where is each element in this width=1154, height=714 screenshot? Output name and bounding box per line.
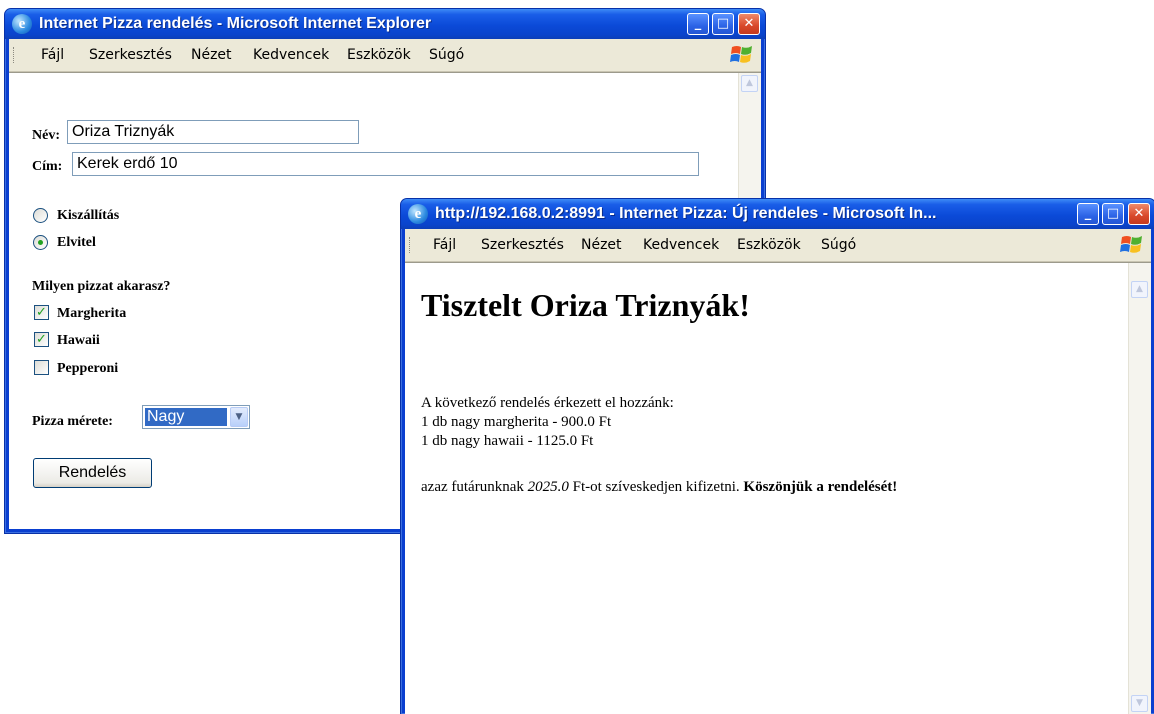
window-title: http://192.168.0.2:8991 - Internet Pizza…	[435, 205, 937, 222]
radio-takeaway-label: Elvitel	[57, 235, 96, 250]
window-title: Internet Pizza rendelés - Microsoft Inte…	[39, 15, 432, 32]
maximize-button[interactable]: □	[712, 13, 734, 35]
menu-help[interactable]: Súgó	[821, 237, 856, 253]
address-input[interactable]: Kerek erdő 10	[72, 152, 699, 176]
title-bar[interactable]: e http://192.168.0.2:8991 - Internet Piz…	[401, 199, 1154, 229]
checkbox-hawaii-label: Hawaii	[57, 333, 100, 348]
scroll-down-icon[interactable]: ▼	[1131, 695, 1148, 712]
radio-selected-dot	[38, 240, 43, 245]
checkbox-margherita-label: Margherita	[57, 306, 127, 321]
total-amount: 2025.0	[527, 479, 569, 495]
minimize-button[interactable]: _	[687, 13, 709, 35]
menu-bar: Fájl Szerkesztés Nézet Kedvencek Eszközö…	[405, 229, 1151, 262]
checkbox-margherita[interactable]: ✓	[34, 305, 49, 320]
order-line-hawaii: 1 db nagy hawaii - 1125.0 Ft	[421, 433, 594, 449]
total-prefix: azaz futárunknak	[421, 479, 528, 495]
thanks-text: Köszönjük a rendelését!	[743, 479, 898, 495]
scroll-up-icon[interactable]: ▲	[741, 75, 758, 92]
close-button[interactable]: ✕	[738, 13, 760, 35]
size-label: Pizza mérete:	[32, 414, 113, 429]
pizza-question: Milyen pizzat akarasz?	[32, 279, 171, 294]
menu-edit[interactable]: Szerkesztés	[481, 237, 564, 253]
address-label: Cím:	[32, 159, 63, 174]
windows-logo-icon	[730, 46, 752, 63]
menu-view[interactable]: Nézet	[191, 47, 232, 63]
menu-edit[interactable]: Szerkesztés	[89, 47, 172, 63]
size-select[interactable]: Nagy ▼	[142, 405, 250, 429]
name-input[interactable]: Oriza Triznyák	[67, 120, 359, 144]
order-button[interactable]: Rendelés	[33, 458, 152, 488]
size-select-value: Nagy	[145, 408, 227, 426]
checkbox-hawaii[interactable]: ✓	[34, 332, 49, 347]
vertical-scrollbar[interactable]: ▲ ▼	[1128, 263, 1151, 714]
menu-bar: Fájl Szerkesztés Nézet Kedvencek Eszközö…	[9, 39, 761, 72]
menu-view[interactable]: Nézet	[581, 237, 622, 253]
close-button[interactable]: ✕	[1128, 203, 1150, 225]
menu-tools[interactable]: Eszközök	[737, 237, 801, 253]
name-label: Név:	[32, 128, 60, 143]
minimize-button[interactable]: _	[1077, 203, 1099, 225]
page-content: ▲ ▼ Tisztelt Oriza Triznyák! A következő…	[405, 262, 1151, 714]
greeting-heading: Tisztelt Oriza Triznyák!	[421, 287, 750, 323]
menu-favorites[interactable]: Kedvencek	[643, 237, 719, 253]
checkbox-pepperoni[interactable]	[34, 360, 49, 375]
radio-takeaway[interactable]	[33, 235, 48, 250]
scroll-up-icon[interactable]: ▲	[1131, 281, 1148, 298]
menu-tools[interactable]: Eszközök	[347, 47, 411, 63]
title-bar[interactable]: e Internet Pizza rendelés - Microsoft In…	[5, 9, 765, 39]
menu-favorites[interactable]: Kedvencek	[253, 47, 329, 63]
menu-file[interactable]: Fájl	[433, 237, 456, 253]
ie-icon: e	[12, 14, 32, 34]
total-sentence: azaz futárunknak 2025.0 Ft-ot szíveskedj…	[421, 479, 897, 496]
checkbox-pepperoni-label: Pepperoni	[57, 361, 119, 376]
maximize-button[interactable]: □	[1102, 203, 1124, 225]
menu-file[interactable]: Fájl	[41, 47, 64, 63]
ie-icon: e	[408, 204, 428, 224]
windows-logo-icon	[1120, 236, 1142, 253]
order-intro: A következő rendelés érkezett el hozzánk…	[421, 395, 674, 411]
toolbar-grip[interactable]	[13, 47, 17, 63]
radio-delivery[interactable]	[33, 208, 48, 223]
order-line-margherita: 1 db nagy margherita - 900.0 Ft	[421, 414, 612, 430]
total-suffix: Ft-ot szíveskedjen kifizetni.	[568, 479, 744, 495]
toolbar-grip[interactable]	[409, 237, 413, 253]
confirmation-window: e http://192.168.0.2:8991 - Internet Piz…	[400, 198, 1154, 714]
radio-delivery-label: Kiszállítás	[57, 208, 120, 223]
menu-help[interactable]: Súgó	[429, 47, 464, 63]
chevron-down-icon[interactable]: ▼	[230, 407, 248, 427]
